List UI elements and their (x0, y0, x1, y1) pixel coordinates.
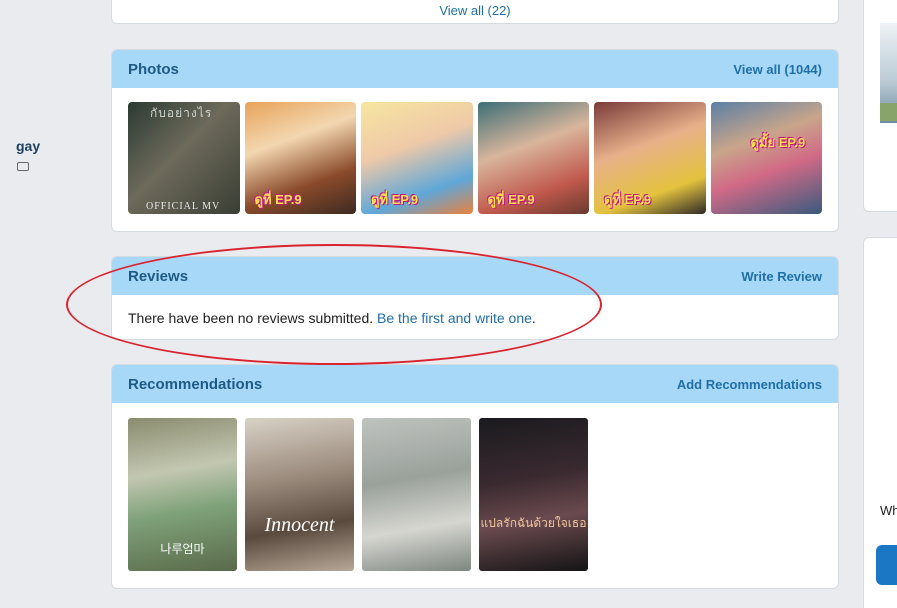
tv-icon (17, 162, 29, 171)
photo-mv-text: OFFICIAL MV (146, 201, 221, 212)
poster-caption: แปลรักฉันด้วยใจเธอ (480, 516, 587, 530)
photo-thumbnail[interactable]: กับอย่างไร OFFICIAL MV (128, 102, 240, 214)
poster-caption: Innocent (264, 514, 335, 536)
photo-tag: ดูที่ EP.9 (487, 192, 535, 207)
reviews-empty-text: There have been no reviews submitted. (128, 310, 378, 326)
recommendations-header: Recommendations Add Recommendations (112, 365, 838, 403)
recommendation-poster[interactable]: แปลรักฉันด้วยใจเธอ (479, 418, 588, 571)
reviews-card: Reviews Write Review There have been no … (111, 256, 839, 340)
photo-top-text: กับอย่างไร (150, 106, 213, 120)
photos-header: Photos View all (1044) (112, 50, 838, 88)
sidebar-text-fragment: Wh (880, 503, 897, 518)
photos-card: Photos View all (1044) กับอย่างไร OFFICI… (111, 49, 839, 232)
reviews-empty-message: There have been no reviews submitted. Be… (112, 295, 838, 339)
photo-tag: ดูมั้ย EP.9 (750, 135, 806, 150)
recommendations-card: Recommendations Add Recommendations 나루엄마… (111, 364, 839, 589)
reviews-header: Reviews Write Review (112, 257, 838, 295)
sidebar-thumbnail-small[interactable] (880, 103, 897, 121)
recommendations-title: Recommendations (128, 375, 263, 393)
photo-gallery: กับอย่างไร OFFICIAL MV ดูที่ EP.9 ดูที่ … (112, 88, 838, 214)
sidebar-profile-card (863, 0, 897, 212)
write-first-review-link[interactable]: Be the first and write one (377, 310, 532, 326)
add-recommendations-link[interactable]: Add Recommendations (677, 377, 822, 392)
photo-thumbnail[interactable]: ดูมั้ย EP.9 (710, 102, 822, 214)
reviews-title: Reviews (128, 267, 189, 285)
reviews-empty-end: . (531, 310, 536, 326)
recommendation-poster[interactable]: 나루엄마 (128, 418, 237, 571)
photo-tag: ดูที่ EP.9 (371, 192, 419, 207)
cast-card: View all (22) (111, 0, 839, 24)
photo-thumbnail[interactable]: ดูที่ EP.9 (477, 102, 589, 214)
sidebar-button[interactable] (876, 545, 897, 585)
write-review-link[interactable]: Write Review (741, 269, 822, 284)
recommendations-list: 나루엄마 Innocent แปลรักฉันด้วยใจเธอ (112, 403, 838, 571)
recommendation-poster[interactable] (362, 418, 471, 571)
photo-thumbnail[interactable]: ดูที่ EP.9 (244, 102, 356, 214)
cast-view-all-link[interactable]: View all (22) (112, 3, 838, 18)
sidebar-name-fragment[interactable]: gay (16, 138, 40, 154)
photo-thumbnail[interactable]: ดูที่ EP.9 (594, 102, 706, 214)
photo-thumbnail[interactable]: ดูที่ EP.9 (361, 102, 473, 214)
photo-tag: ดูที่ EP.9 (604, 192, 652, 207)
photos-view-all-link[interactable]: View all (1044) (733, 62, 822, 77)
photo-tag: ดูที่ EP.9 (254, 192, 302, 207)
photos-title: Photos (128, 60, 179, 78)
poster-caption: 나루엄마 (160, 542, 205, 556)
recommendation-poster[interactable]: Innocent (245, 418, 354, 571)
